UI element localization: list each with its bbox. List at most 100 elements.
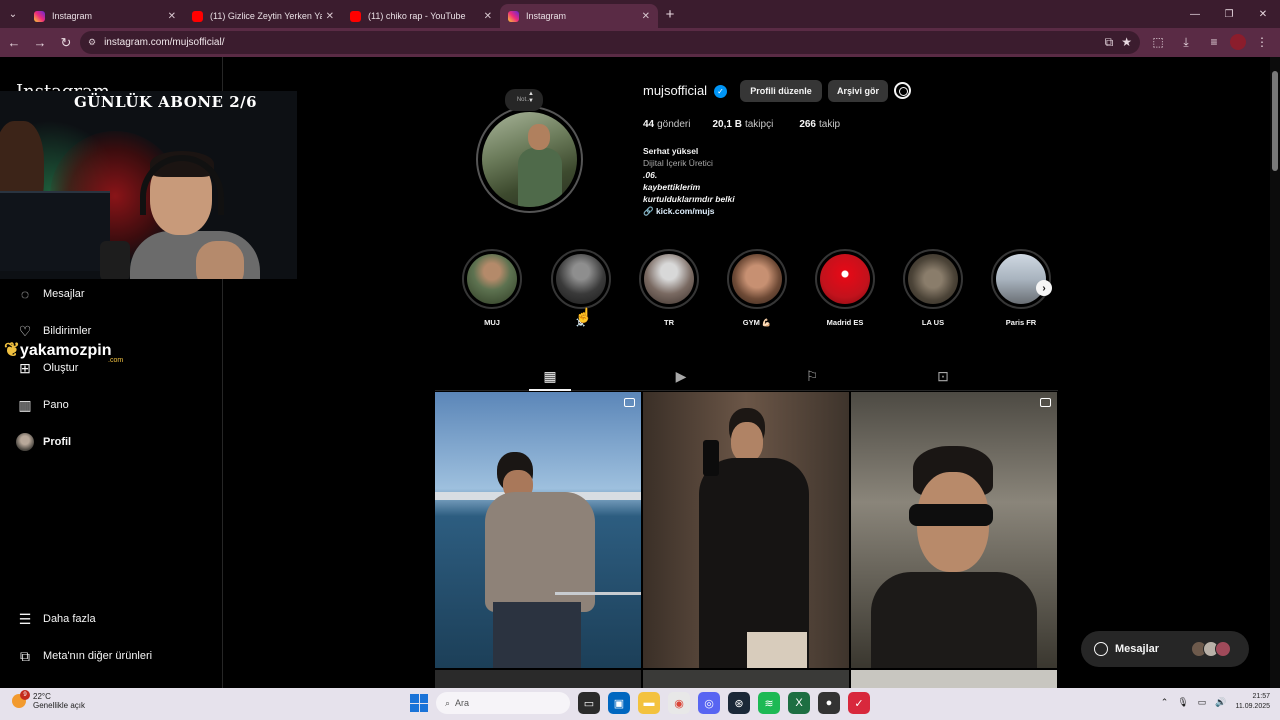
media-icon[interactable]: ≡ (1202, 30, 1226, 54)
post-thumbnail[interactable] (435, 670, 641, 688)
post-thumbnail[interactable] (435, 392, 641, 668)
browser-tab[interactable]: Instagram ✕ (26, 4, 184, 28)
obs-icon[interactable]: ● (818, 692, 840, 714)
tray-chevron-icon[interactable]: ⌃ (1161, 697, 1169, 708)
tab-title: Instagram (526, 11, 567, 21)
multiple-photos-icon (624, 398, 635, 407)
extensions-icon[interactable]: ⬚ (1146, 30, 1170, 54)
shape (419, 703, 428, 712)
sidebar-item-more[interactable]: ☰ Daha fazla (16, 610, 96, 628)
tab-search-icon[interactable]: ⌄ (0, 0, 26, 28)
back-icon[interactable]: ← (2, 31, 26, 55)
highlight-item[interactable]: LA US (903, 249, 963, 327)
meta-apps-icon: ⧉ (20, 647, 30, 664)
file-explorer-icon[interactable]: ▬ (638, 692, 660, 714)
edit-profile-button[interactable]: Profili düzenle (740, 80, 822, 102)
sidebar-item-dashboard[interactable]: ▥ Pano (16, 396, 68, 414)
new-tab-icon[interactable]: + (658, 6, 682, 23)
clock-date: 11.09.2025 (1235, 703, 1270, 710)
post-thumbnail[interactable] (643, 670, 849, 688)
sidebar-item-notifications[interactable]: ♡ Bildirimler (16, 322, 92, 340)
sidebar-item-profile[interactable]: Profil (16, 433, 71, 451)
post-thumbnail[interactable] (851, 392, 1057, 668)
page-scrollbar[interactable] (1270, 57, 1280, 688)
downloads-icon[interactable]: ⤓ (1174, 30, 1198, 54)
store-icon[interactable]: ▣ (608, 692, 630, 714)
highlight-cover (908, 254, 958, 304)
bio-line: kurtulduklarımdır belki (643, 194, 735, 204)
discord-icon[interactable]: ◎ (698, 692, 720, 714)
taskbar-search[interactable]: ⌕ Ara (436, 692, 570, 714)
note-bubble[interactable]: Not... (505, 89, 543, 111)
shape (528, 124, 550, 150)
close-tab-icon[interactable]: ✕ (642, 11, 650, 22)
hamburger-menu-icon: ☰ (18, 610, 32, 627)
sidebar-item-messages[interactable]: ◌ Mesajlar (16, 285, 85, 303)
windows-taskbar: 9 22°C Genellikle açık ⌕ Ara ▭ ▣ ▬ ◉ ◎ ⊛… (0, 688, 1280, 720)
post-thumbnail[interactable] (643, 392, 849, 668)
bookmark-star-icon[interactable]: ★ (1121, 35, 1132, 50)
settings-gear-icon[interactable] (894, 82, 911, 99)
highlight-ring (815, 249, 875, 309)
scrollbar-thumb[interactable] (1272, 71, 1278, 171)
tab-saved-bookmark-icon[interactable]: ⚐ (802, 366, 822, 386)
volume-icon[interactable]: 🔊 (1215, 697, 1226, 708)
pocket-icon[interactable]: ✓ (848, 692, 870, 714)
forward-icon[interactable]: → (28, 31, 52, 55)
stat-label: gönderi (657, 119, 691, 130)
weather-widget[interactable]: 9 22°C Genellikle açık (12, 690, 85, 710)
view-archive-button[interactable]: Arşivi gör (828, 80, 888, 102)
search-icon: ⌕ (445, 697, 456, 708)
minimize-icon[interactable]: — (1178, 0, 1212, 28)
windows-start-icon[interactable] (410, 694, 428, 712)
profile-photo (482, 112, 577, 207)
profile-avatar[interactable] (476, 106, 583, 213)
highlight-item[interactable]: MUJ (462, 249, 522, 327)
highlight-ring (551, 249, 611, 309)
streamer-arm (196, 241, 244, 279)
profile-avatar-icon[interactable] (1230, 34, 1246, 50)
stream-overlay-title: GÜNLÜK ABONE 2/6 (74, 93, 258, 111)
youtube-favicon-icon (350, 10, 361, 22)
browser-tab[interactable]: (11) chiko rap - YouTube ✕ (342, 4, 500, 28)
browser-tab-active[interactable]: Instagram ✕ (500, 4, 658, 28)
tab-posts-grid-icon[interactable]: ▦ (540, 366, 560, 386)
highlight-item[interactable]: Madrid ES (815, 249, 875, 327)
tab-reels-icon[interactable]: ▶ (671, 366, 691, 386)
highlight-label: GYM 💪🏻 (742, 318, 772, 327)
following-count[interactable]: 266 takip (799, 119, 840, 130)
messages-pill-button[interactable]: Mesajlar (1081, 631, 1249, 667)
highlight-item[interactable]: GYM 💪🏻 (727, 249, 787, 327)
display-icon[interactable]: ▭ (1198, 697, 1207, 708)
chrome-icon[interactable]: ◉ (668, 692, 690, 714)
browser-tab[interactable]: (11) Gizlice Zeytin Yerken Yakalandı ✕ (184, 4, 342, 28)
bio-link[interactable]: 🔗 kick.com/mujs (643, 205, 735, 217)
highlight-item[interactable]: TR (639, 249, 699, 327)
close-tab-icon[interactable]: ✕ (326, 11, 334, 22)
note-arrows-icon: ▲ ▼ (528, 91, 534, 104)
sidebar-item-meta[interactable]: ⧉ Meta'nın diğer ürünleri (16, 647, 152, 665)
menu-dots-icon[interactable]: ⋮ (1250, 30, 1274, 54)
search-placeholder: Ara (455, 698, 470, 708)
followers-count[interactable]: 20,1 Btakipçi (712, 119, 773, 130)
highlights-next-arrow-icon[interactable]: › (1036, 280, 1052, 296)
excel-icon[interactable]: X (788, 692, 810, 714)
close-tab-icon[interactable]: ✕ (484, 11, 492, 22)
restore-icon[interactable]: ❐ (1212, 0, 1246, 28)
task-view-icon[interactable]: ▭ (578, 692, 600, 714)
multiple-photos-icon (1040, 398, 1051, 407)
weather-sun-icon: 9 (12, 690, 30, 708)
system-clock[interactable]: 21:57 11.09.2025 (1235, 692, 1270, 712)
close-tab-icon[interactable]: ✕ (168, 11, 176, 22)
install-app-icon[interactable]: ⧉ (1105, 35, 1114, 50)
spotify-icon[interactable]: ≋ (758, 692, 780, 714)
tab-tagged-icon[interactable]: ⊡ (933, 366, 953, 386)
address-bar[interactable]: ⚙ instagram.com/mujsofficial/ ⧉ ★ (80, 31, 1140, 54)
close-window-icon[interactable]: ✕ (1246, 0, 1280, 28)
site-info-icon[interactable]: ⚙ (88, 37, 96, 48)
profile-bio: Serhat yüksel Dijital İçerik Üretici .06… (643, 145, 735, 217)
reload-icon[interactable]: ↻ (54, 31, 78, 55)
microphone-icon[interactable]: 🎙 (1177, 697, 1188, 708)
steam-icon[interactable]: ⊛ (728, 692, 750, 714)
post-thumbnail[interactable] (851, 670, 1057, 688)
